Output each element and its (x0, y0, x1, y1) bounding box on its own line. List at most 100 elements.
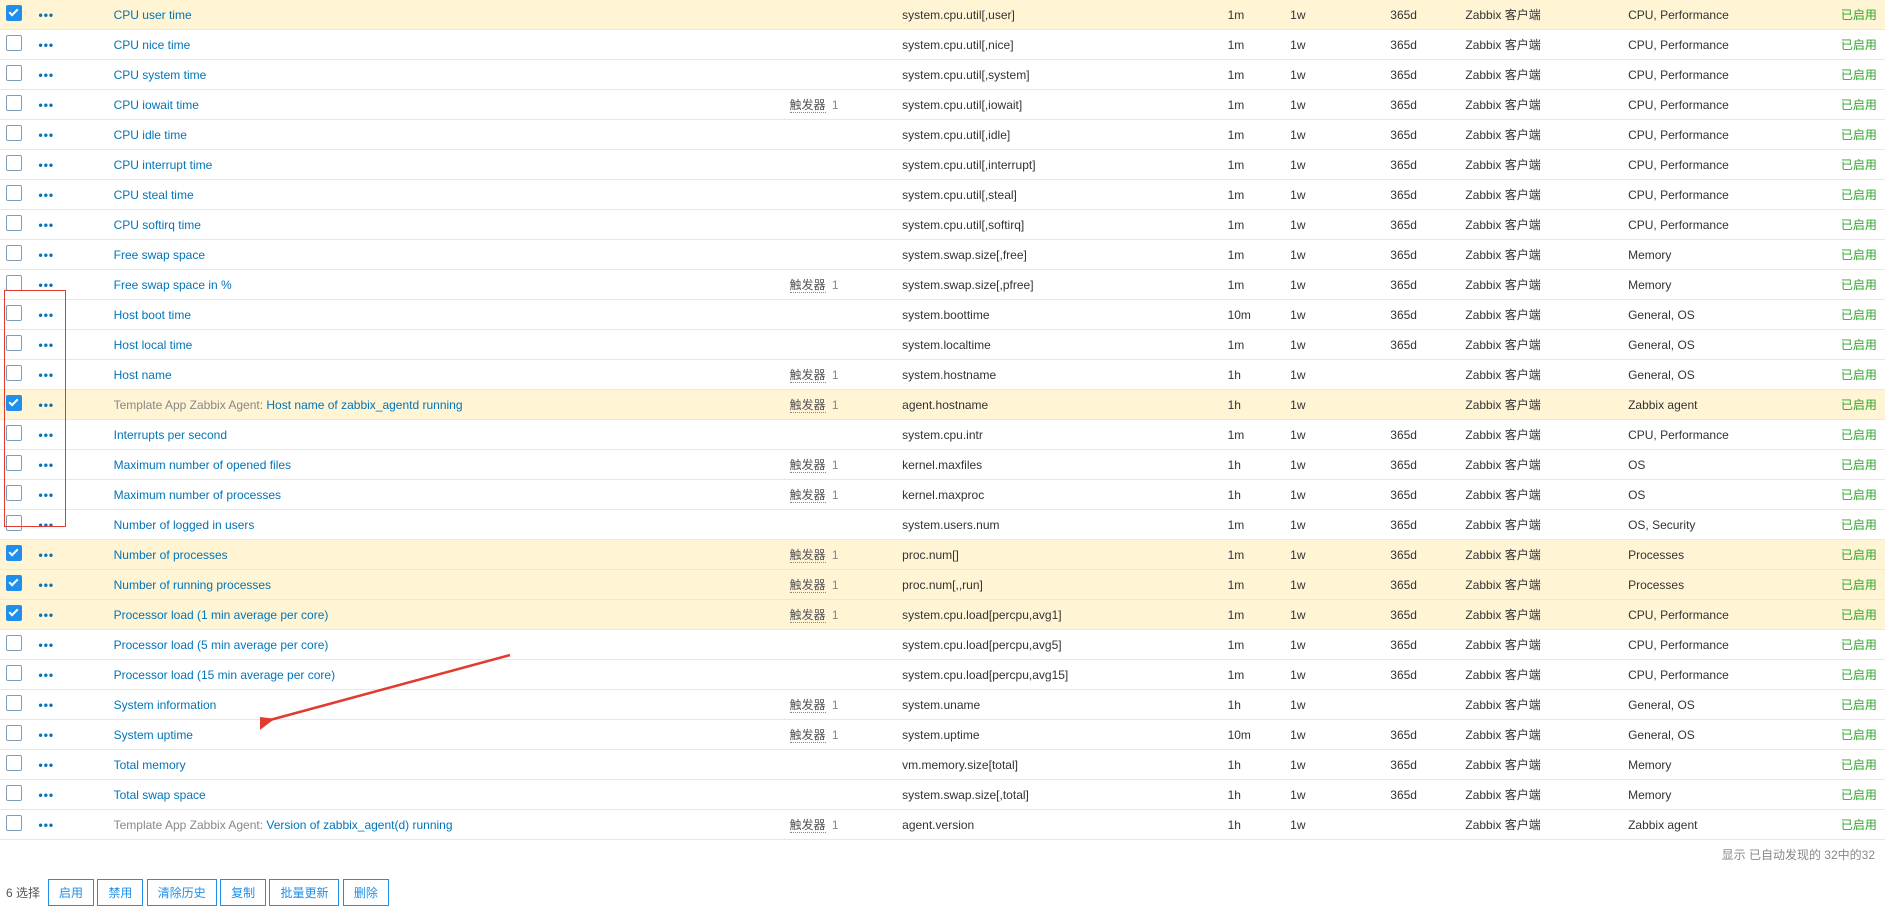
row-menu-icon[interactable]: ••• (39, 578, 55, 592)
item-name-link[interactable]: CPU idle time (114, 128, 187, 142)
status-link[interactable]: 已启用 (1841, 758, 1877, 772)
status-link[interactable]: 已启用 (1841, 458, 1877, 472)
row-menu-icon[interactable]: ••• (39, 38, 55, 52)
row-checkbox[interactable] (6, 695, 22, 711)
triggers-link[interactable]: 触发器 (790, 548, 826, 563)
item-name-link[interactable]: Maximum number of opened files (114, 458, 291, 472)
status-link[interactable]: 已启用 (1841, 518, 1877, 532)
row-checkbox[interactable] (6, 785, 22, 801)
triggers-link[interactable]: 触发器 (790, 578, 826, 593)
row-menu-icon[interactable]: ••• (39, 338, 55, 352)
row-menu-icon[interactable]: ••• (39, 308, 55, 322)
item-name-link[interactable]: Host name of zabbix_agentd running (266, 398, 462, 412)
status-link[interactable]: 已启用 (1841, 98, 1877, 112)
status-link[interactable]: 已启用 (1841, 338, 1877, 352)
status-link[interactable]: 已启用 (1841, 8, 1877, 22)
row-checkbox[interactable] (6, 485, 22, 501)
status-link[interactable]: 已启用 (1841, 728, 1877, 742)
row-menu-icon[interactable]: ••• (39, 368, 55, 382)
bulk-button-3[interactable]: 复制 (220, 879, 266, 906)
row-checkbox[interactable] (6, 755, 22, 771)
triggers-link[interactable]: 触发器 (790, 728, 826, 743)
status-link[interactable]: 已启用 (1841, 668, 1877, 682)
item-name-link[interactable]: Total swap space (114, 788, 206, 802)
row-checkbox[interactable] (6, 125, 22, 141)
row-menu-icon[interactable]: ••• (39, 218, 55, 232)
row-menu-icon[interactable]: ••• (39, 728, 55, 742)
item-name-link[interactable]: Host local time (114, 338, 193, 352)
row-menu-icon[interactable]: ••• (39, 158, 55, 172)
row-checkbox[interactable] (6, 575, 22, 591)
row-menu-icon[interactable]: ••• (39, 278, 55, 292)
triggers-link[interactable]: 触发器 (790, 398, 826, 413)
status-link[interactable]: 已启用 (1841, 698, 1877, 712)
status-link[interactable]: 已启用 (1841, 428, 1877, 442)
status-link[interactable]: 已启用 (1841, 818, 1877, 832)
item-name-link[interactable]: Processor load (15 min average per core) (114, 668, 335, 682)
row-menu-icon[interactable]: ••• (39, 668, 55, 682)
item-name-link[interactable]: Free swap space (114, 248, 205, 262)
item-name-link[interactable]: CPU system time (114, 68, 207, 82)
status-link[interactable]: 已启用 (1841, 398, 1877, 412)
row-menu-icon[interactable]: ••• (39, 758, 55, 772)
row-checkbox[interactable] (6, 65, 22, 81)
row-checkbox[interactable] (6, 305, 22, 321)
triggers-link[interactable]: 触发器 (790, 488, 826, 503)
row-menu-icon[interactable]: ••• (39, 188, 55, 202)
bulk-button-4[interactable]: 批量更新 (269, 879, 339, 906)
status-link[interactable]: 已启用 (1841, 158, 1877, 172)
row-menu-icon[interactable]: ••• (39, 128, 55, 142)
bulk-button-1[interactable]: 禁用 (97, 879, 143, 906)
item-name-link[interactable]: System uptime (114, 728, 193, 742)
row-checkbox[interactable] (6, 245, 22, 261)
item-name-link[interactable]: Number of logged in users (114, 518, 255, 532)
row-checkbox[interactable] (6, 95, 22, 111)
row-menu-icon[interactable]: ••• (39, 548, 55, 562)
row-menu-icon[interactable]: ••• (39, 248, 55, 262)
status-link[interactable]: 已启用 (1841, 38, 1877, 52)
row-checkbox[interactable] (6, 425, 22, 441)
item-name-link[interactable]: Processor load (5 min average per core) (114, 638, 329, 652)
status-link[interactable]: 已启用 (1841, 788, 1877, 802)
row-checkbox[interactable] (6, 5, 22, 21)
row-menu-icon[interactable]: ••• (39, 638, 55, 652)
row-checkbox[interactable] (6, 815, 22, 831)
row-checkbox[interactable] (6, 455, 22, 471)
status-link[interactable]: 已启用 (1841, 308, 1877, 322)
status-link[interactable]: 已启用 (1841, 248, 1877, 262)
bulk-button-2[interactable]: 清除历史 (147, 879, 217, 906)
status-link[interactable]: 已启用 (1841, 638, 1877, 652)
status-link[interactable]: 已启用 (1841, 488, 1877, 502)
row-menu-icon[interactable]: ••• (39, 428, 55, 442)
row-menu-icon[interactable]: ••• (39, 788, 55, 802)
row-menu-icon[interactable]: ••• (39, 518, 55, 532)
item-name-link[interactable]: CPU user time (114, 8, 192, 22)
item-name-link[interactable]: Number of running processes (114, 578, 271, 592)
row-menu-icon[interactable]: ••• (39, 818, 55, 832)
row-checkbox[interactable] (6, 215, 22, 231)
status-link[interactable]: 已启用 (1841, 548, 1877, 562)
item-name-link[interactable]: Total memory (114, 758, 186, 772)
row-checkbox[interactable] (6, 155, 22, 171)
item-name-link[interactable]: Maximum number of processes (114, 488, 281, 502)
bulk-button-0[interactable]: 启用 (48, 879, 94, 906)
status-link[interactable]: 已启用 (1841, 68, 1877, 82)
item-name-link[interactable]: CPU iowait time (114, 98, 199, 112)
item-name-link[interactable]: Free swap space in % (114, 278, 232, 292)
status-link[interactable]: 已启用 (1841, 218, 1877, 232)
status-link[interactable]: 已启用 (1841, 578, 1877, 592)
row-checkbox[interactable] (6, 515, 22, 531)
triggers-link[interactable]: 触发器 (790, 818, 826, 833)
triggers-link[interactable]: 触发器 (790, 608, 826, 623)
item-name-link[interactable]: Host name (114, 368, 172, 382)
row-checkbox[interactable] (6, 665, 22, 681)
status-link[interactable]: 已启用 (1841, 368, 1877, 382)
row-menu-icon[interactable]: ••• (39, 458, 55, 472)
status-link[interactable]: 已启用 (1841, 608, 1877, 622)
bulk-button-5[interactable]: 删除 (343, 879, 389, 906)
triggers-link[interactable]: 触发器 (790, 278, 826, 293)
row-checkbox[interactable] (6, 635, 22, 651)
item-name-link[interactable]: CPU softirq time (114, 218, 201, 232)
triggers-link[interactable]: 触发器 (790, 698, 826, 713)
row-menu-icon[interactable]: ••• (39, 698, 55, 712)
